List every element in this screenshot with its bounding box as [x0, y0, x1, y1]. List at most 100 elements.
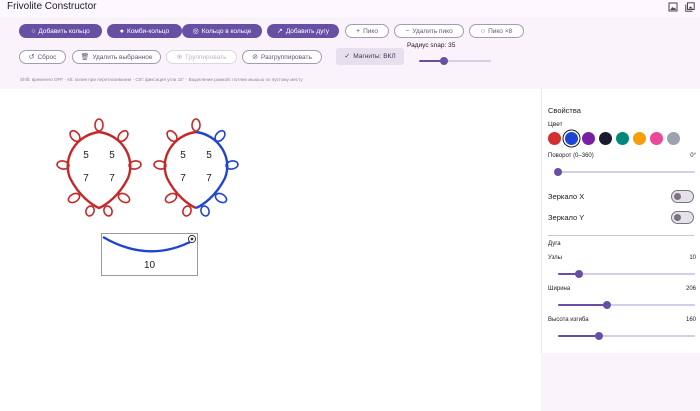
- reset-button[interactable]: ↺ Сброс: [19, 50, 66, 64]
- remove-picot-label: Удалить пико: [412, 27, 453, 35]
- slider-thumb[interactable]: [595, 332, 604, 340]
- picot: [103, 205, 113, 217]
- bend-height-value: 160: [685, 317, 696, 323]
- nodes-slider[interactable]: [558, 269, 695, 279]
- picot: [200, 205, 210, 217]
- mirror-y-toggle[interactable]: [671, 211, 694, 224]
- combo-ring-button[interactable]: ● Комби-кольцо: [107, 24, 182, 38]
- color-swatch-blue[interactable]: [565, 132, 578, 145]
- plus-icon: +: [356, 27, 361, 35]
- properties-title: Свойства: [548, 106, 581, 115]
- nodes-value: 10: [689, 255, 696, 261]
- slider-thumb[interactable]: [603, 301, 612, 309]
- ring-in-ring-button[interactable]: ◎ Кольцо в кольце: [182, 24, 262, 38]
- circle-clock-icon: ○: [480, 27, 486, 35]
- image-icon[interactable]: [668, 2, 678, 12]
- reset-icon: ↺: [28, 53, 35, 61]
- delete-selected-button[interactable]: 🗑 Удалить выбранное: [72, 50, 161, 64]
- color-label: Цвет: [548, 121, 563, 128]
- ring-left[interactable]: 5 5 7 7: [56, 118, 142, 217]
- properties-panel-footer: [541, 353, 700, 411]
- check-icon: ✓: [344, 53, 351, 60]
- slider-thumb[interactable]: [574, 270, 583, 278]
- trash-icon: 🗑: [80, 53, 90, 61]
- minus-icon: −: [405, 27, 410, 35]
- remove-picot-button[interactable]: − Удалить пико: [394, 24, 464, 38]
- reset-label: Сброс: [37, 53, 57, 61]
- group-label: Группировать: [185, 53, 227, 61]
- trend-icon: ↗: [276, 27, 283, 35]
- color-swatch-orange[interactable]: [633, 132, 646, 145]
- magnets-label: Магниты: ВКЛ: [353, 53, 396, 60]
- gallery-icon[interactable]: [685, 2, 695, 12]
- ring-in-ring-icon: ◎: [192, 27, 199, 35]
- ring-count-label: 7: [180, 173, 186, 184]
- color-swatch-pink[interactable]: [650, 132, 663, 145]
- bend-height-label: Высота изгиба: [548, 317, 589, 323]
- width-value: 206: [685, 286, 696, 292]
- ungroup-label: Разгруппировать: [260, 53, 312, 61]
- width-slider[interactable]: [558, 300, 695, 310]
- color-swatch-gray[interactable]: [667, 132, 680, 145]
- canvas-drawing: 5 5 7 7 5 5 7 7: [56, 118, 239, 217]
- ring-count-label: 5: [180, 150, 186, 161]
- color-swatch-purple[interactable]: [582, 132, 595, 145]
- arc-element[interactable]: 10: [101, 233, 198, 276]
- color-swatch-black[interactable]: [599, 132, 612, 145]
- ring-in-ring-label: Кольцо в кольце: [201, 27, 252, 35]
- delete-selected-label: Удалить выбранное: [92, 53, 153, 61]
- ring-count-label: 5: [83, 150, 89, 161]
- magnets-toggle-button[interactable]: ✓ Магниты: ВКЛ: [336, 48, 404, 65]
- ring-count-label: 7: [83, 173, 89, 184]
- bend-height-slider[interactable]: [558, 331, 695, 341]
- color-swatch-teal[interactable]: [616, 132, 629, 145]
- design-canvas[interactable]: 5 5 7 7 5 5 7 7 10: [0, 89, 541, 411]
- picot-button[interactable]: + Пико: [345, 24, 389, 38]
- ungroup-icon: ⊘: [252, 53, 258, 61]
- ring-count-label: 7: [206, 173, 212, 184]
- add-arc-button[interactable]: ↗ Добавить дугу: [267, 24, 339, 38]
- ring-right-outline: [163, 130, 197, 210]
- picot: [182, 205, 192, 217]
- color-swatch-red[interactable]: [548, 132, 561, 145]
- add-arc-label: Добавить дугу: [285, 27, 330, 35]
- keyboard-hint: Shift: временно OFF · Alt: копия при пер…: [20, 77, 303, 82]
- snap-radius-label: Радиус snap: 35: [407, 42, 456, 49]
- group-icon: ⊕: [176, 53, 183, 61]
- toolbar: ○ Добавить кольцо ● Комби-кольцо ◎ Кольц…: [0, 17, 700, 89]
- ring-count-label: 7: [109, 173, 115, 184]
- slider-thumb[interactable]: [440, 57, 449, 65]
- arc-section-label: Дуга: [548, 241, 561, 247]
- arc-path: [102, 235, 195, 253]
- ungroup-button[interactable]: ⊘ Разгруппировать: [242, 50, 322, 64]
- nodes-label: Узлы: [548, 255, 562, 261]
- rotation-slider[interactable]: [554, 167, 695, 177]
- picot: [191, 118, 201, 132]
- picot-x8-button[interactable]: ○ Пико ×8: [469, 24, 524, 38]
- ring-count-label: 5: [109, 150, 115, 161]
- add-ring-button[interactable]: ○ Добавить кольцо: [19, 24, 102, 38]
- filled-circle-icon: ●: [119, 27, 125, 35]
- ring-right[interactable]: 5 5 7 7: [153, 118, 239, 217]
- combo-ring-label: Комби-кольцо: [127, 27, 170, 35]
- circle-icon: ○: [31, 27, 36, 35]
- group-button[interactable]: ⊕ Группировать: [166, 50, 237, 64]
- rotation-label: Поворот (0–360): [548, 153, 594, 159]
- snap-radius-slider[interactable]: [419, 56, 491, 66]
- ring-left-outline: [66, 130, 132, 210]
- toggle-knob: [674, 213, 681, 221]
- arc-nodes-label: 10: [143, 260, 156, 271]
- section-divider: [548, 235, 694, 236]
- slider-fill: [558, 304, 608, 306]
- mirror-y-label: Зеркало Y: [548, 213, 585, 222]
- rotation-value: 0°: [690, 153, 696, 159]
- mirror-x-label: Зеркало X: [548, 192, 585, 201]
- picot-label: Пико: [363, 27, 378, 35]
- picot: [85, 205, 95, 217]
- toggle-knob: [674, 192, 681, 200]
- picot: [94, 118, 104, 132]
- slider-track: [558, 171, 695, 173]
- mirror-x-toggle[interactable]: [671, 190, 694, 203]
- add-ring-label: Добавить кольцо: [38, 27, 90, 35]
- slider-thumb[interactable]: [554, 168, 562, 176]
